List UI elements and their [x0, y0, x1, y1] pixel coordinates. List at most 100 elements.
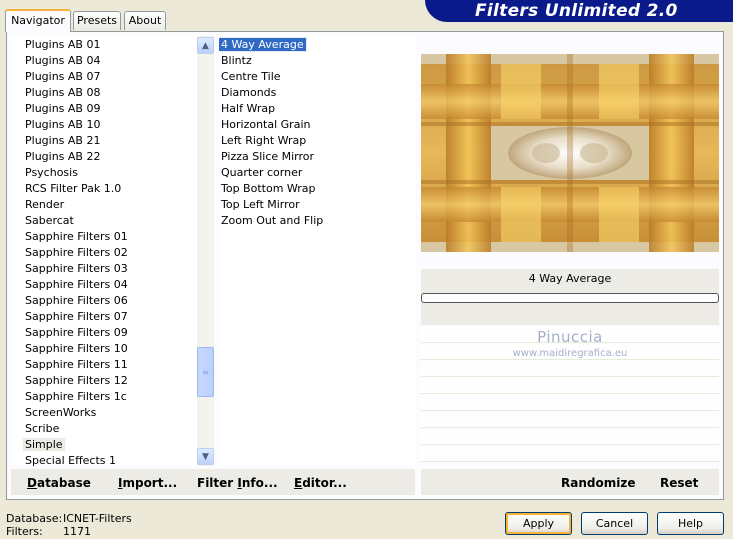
filter-item[interactable]: Horizontal Grain — [219, 117, 415, 133]
tab-presets[interactable]: Presets — [73, 11, 121, 30]
category-item[interactable]: Plugins AB 04 — [11, 53, 197, 69]
category-item[interactable]: Plugins AB 21 — [11, 133, 197, 149]
cancel-button[interactable]: Cancel — [581, 512, 648, 535]
filter-item[interactable]: Zoom Out and Flip — [219, 213, 415, 229]
filter-item[interactable]: 4 Way Average — [219, 37, 415, 53]
grip-icon: ≡ — [202, 367, 209, 377]
parameter-row — [421, 429, 719, 445]
category-item[interactable]: Render — [11, 197, 197, 213]
category-item-label: Plugins AB 07 — [25, 70, 101, 83]
parameter-row — [421, 378, 719, 394]
category-item[interactable]: Scribe — [11, 421, 197, 437]
import-button[interactable]: Import... — [118, 476, 177, 490]
category-item[interactable]: Sapphire Filters 01 — [11, 229, 197, 245]
category-item[interactable]: Plugins AB 10 — [11, 117, 197, 133]
category-item-label: Sabercat — [25, 214, 74, 227]
category-item-label: Plugins AB 21 — [25, 134, 101, 147]
preview-image — [421, 54, 719, 252]
category-item-label: Sapphire Filters 06 — [25, 294, 128, 307]
watermark-name: Pinuccia — [537, 328, 603, 346]
filter-item-label: 4 Way Average — [219, 37, 307, 52]
category-item-label: Plugins AB 08 — [25, 86, 101, 99]
category-item[interactable]: Sapphire Filters 07 — [11, 309, 197, 325]
category-item-label: Plugins AB 22 — [25, 150, 101, 163]
filter-item[interactable]: Left Right Wrap — [219, 133, 415, 149]
editor-button[interactable]: Editor... — [294, 476, 347, 490]
category-item-label: Special Effects 1 — [25, 454, 117, 466]
editor-mnemonic: E — [294, 476, 303, 490]
preview-graphic — [421, 54, 719, 252]
database-label: atabase — [36, 476, 91, 490]
filter-item-label: Top Left Mirror — [221, 198, 300, 211]
category-item[interactable]: Sapphire Filters 10 — [11, 341, 197, 357]
help-button[interactable]: Help — [657, 512, 724, 535]
category-item[interactable]: Sapphire Filters 09 — [11, 325, 197, 341]
filter-item[interactable]: Blintz — [219, 53, 415, 69]
reset-button[interactable]: Reset — [660, 476, 698, 490]
category-item-label: Sapphire Filters 1c — [25, 390, 127, 403]
category-item[interactable]: Plugins AB 07 — [11, 69, 197, 85]
filter-item[interactable]: Quarter corner — [219, 165, 415, 181]
apply-button[interactable]: Apply — [505, 512, 572, 535]
tab-presets-label: Presets — [76, 14, 118, 27]
filter-item[interactable]: Half Wrap — [219, 101, 415, 117]
category-item[interactable]: Special Effects 1 — [11, 453, 197, 466]
category-item[interactable]: Sapphire Filters 12 — [11, 373, 197, 389]
navigator-panel: Plugins AB 01 Plugins AB 04 Plugins AB 07 P… — [6, 31, 724, 500]
scroll-up-button[interactable]: ▲ — [197, 37, 214, 54]
app-title: Filters Unlimited 2.0 — [475, 1, 678, 21]
category-item[interactable]: Plugins AB 09 — [11, 101, 197, 117]
category-item[interactable]: Sapphire Filters 11 — [11, 357, 197, 373]
filter-item-label: Centre Tile — [221, 70, 281, 83]
category-list[interactable]: Plugins AB 01 Plugins AB 04 Plugins AB 07 P… — [11, 36, 197, 466]
category-item[interactable]: Psychosis — [11, 165, 197, 181]
category-item-label: Render — [25, 198, 65, 211]
database-button[interactable]: Database — [27, 476, 91, 490]
category-item[interactable]: Sapphire Filters 06 — [11, 293, 197, 309]
filter-item[interactable]: Centre Tile — [219, 69, 415, 85]
tab-about[interactable]: About — [124, 11, 166, 30]
category-item[interactable]: Plugins AB 08 — [11, 85, 197, 101]
filter-item-label: Left Right Wrap — [221, 134, 307, 147]
filter-item-label: Zoom Out and Flip — [221, 214, 324, 227]
filter-item[interactable]: Top Bottom Wrap — [219, 181, 415, 197]
filter-item-label: Half Wrap — [221, 102, 276, 115]
filter-item-label: Blintz — [221, 54, 252, 67]
category-item-label: Sapphire Filters 01 — [25, 230, 128, 243]
filter-info-label: nfo... — [241, 476, 278, 490]
category-item-label: RCS Filter Pak 1.0 — [25, 182, 122, 195]
database-status-label: Database: — [6, 512, 63, 525]
database-status-value: ICNET-Filters — [63, 512, 132, 525]
filter-item[interactable]: Pizza Slice Mirror — [219, 149, 415, 165]
category-item[interactable]: Sapphire Filters 1c — [11, 389, 197, 405]
tab-navigator-label: Navigator — [11, 14, 65, 27]
category-item[interactable]: Sapphire Filters 03 — [11, 261, 197, 277]
randomize-button[interactable]: Randomize — [561, 476, 635, 490]
category-item[interactable]: ScreenWorks — [11, 405, 197, 421]
category-item[interactable]: Simple — [11, 437, 197, 453]
category-item-label: Sapphire Filters 10 — [25, 342, 128, 355]
category-item-label: Simple — [23, 438, 65, 451]
filter-info-button[interactable]: Filter Info... — [197, 476, 278, 490]
category-item[interactable]: Sapphire Filters 02 — [11, 245, 197, 261]
filter-item-label: Diamonds — [221, 86, 277, 99]
filter-list[interactable]: 4 Way Average Blintz Centre Tile Diamonds Ha… — [219, 36, 415, 466]
category-scrollbar[interactable]: ▲ ≡ ▼ — [197, 36, 214, 466]
category-item[interactable]: Sabercat — [11, 213, 197, 229]
category-item[interactable]: Sapphire Filters 04 — [11, 277, 197, 293]
filter-item[interactable]: Diamonds — [219, 85, 415, 101]
database-mnemonic: D — [27, 476, 37, 490]
scroll-thumb[interactable]: ≡ — [197, 347, 214, 397]
scroll-down-button[interactable]: ▼ — [197, 448, 214, 465]
filter-item-label: Pizza Slice Mirror — [221, 150, 315, 163]
preview-toolbar: Randomize Reset — [421, 469, 719, 495]
category-item[interactable]: RCS Filter Pak 1.0 — [11, 181, 197, 197]
filter-item[interactable]: Top Left Mirror — [219, 197, 415, 213]
category-item[interactable]: Plugins AB 01 — [11, 37, 197, 53]
category-item[interactable]: Plugins AB 22 — [11, 149, 197, 165]
import-label: mport... — [122, 476, 178, 490]
tab-navigator[interactable]: Navigator — [5, 9, 71, 32]
progress-bar — [421, 293, 719, 303]
parameter-row — [421, 395, 719, 411]
category-item-label: Plugins AB 09 — [25, 102, 101, 115]
